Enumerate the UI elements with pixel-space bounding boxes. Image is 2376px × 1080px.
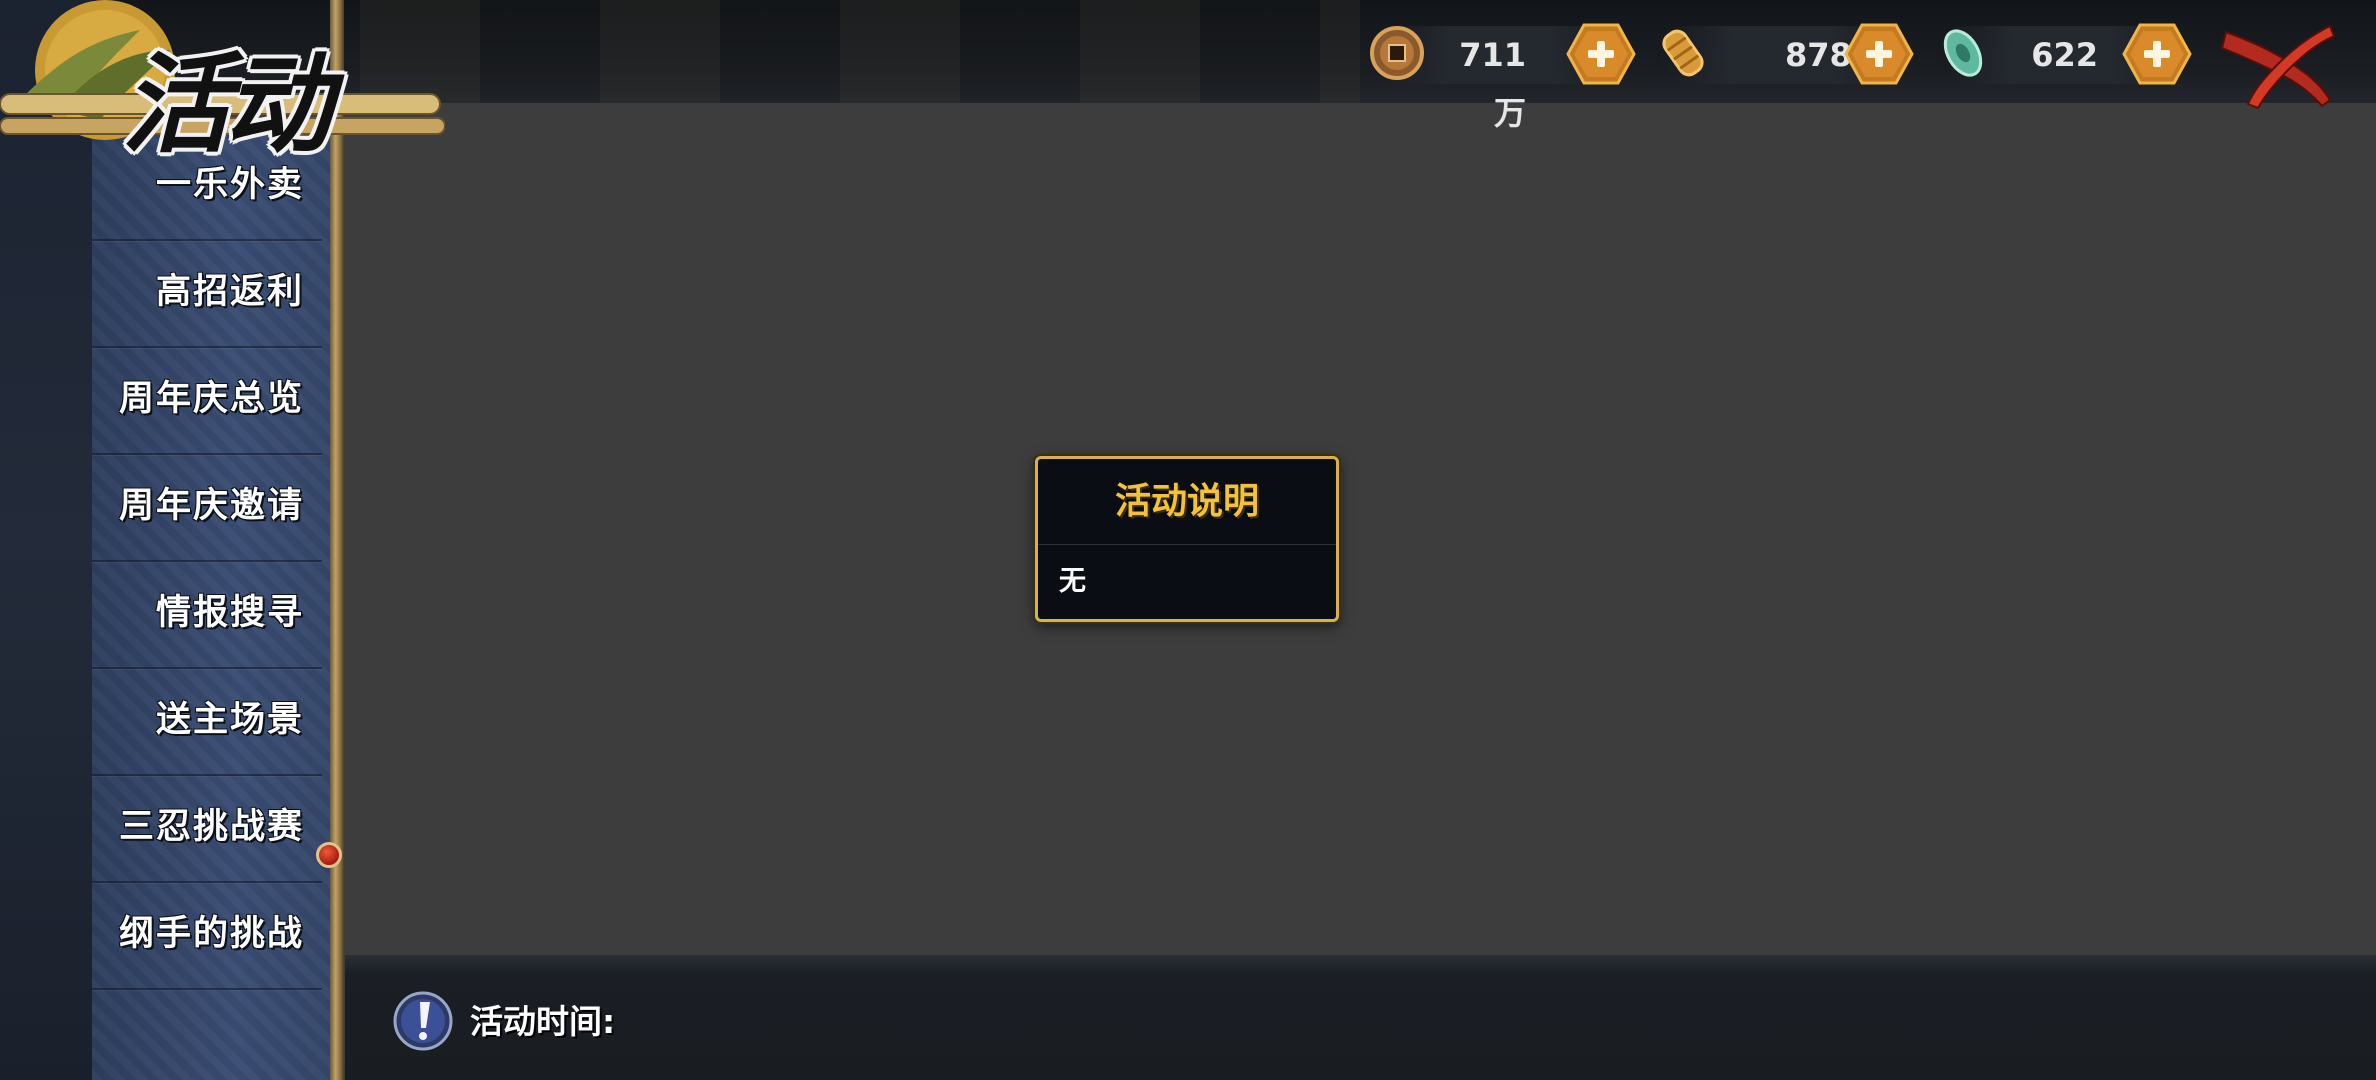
scroll-icon (1662, 29, 1704, 77)
notification-dot (316, 842, 342, 868)
activity-screen: 711万 8782 622 一乐外卖 高招返利 周年庆总览 周年庆邀请 情报搜寻… (0, 0, 2376, 1080)
sidebar-item-sannin-challenge[interactable]: 三忍挑战赛 (92, 774, 322, 883)
activity-footer (345, 955, 2376, 1080)
sidebar-item-label: 纲手的挑战 (118, 914, 304, 954)
activity-time-label: 活动时间: (470, 1002, 616, 1041)
dialog-title: 活动说明 (1114, 481, 1259, 522)
sidebar-item-label: 高招返利 (155, 272, 304, 312)
currency-coins: 711万 (1370, 23, 1636, 132)
sidebar-item-intel-search[interactable]: 情报搜寻 (92, 560, 322, 669)
add-coins-button[interactable] (1566, 22, 1636, 86)
dialog-header: 活动说明 (1038, 459, 1336, 545)
currency-jade: 622 (1936, 23, 2192, 85)
sidebar-item-label: 情报搜寻 (155, 593, 304, 633)
page-title-text: 活动 (122, 42, 332, 168)
activity-content-panel (345, 103, 2376, 955)
currency-scrolls: 8782 (1656, 23, 1914, 85)
sidebar-item-label: 送主场景 (155, 700, 304, 740)
sidebar-item-label: 周年庆邀请 (118, 486, 304, 526)
sidebar-item-rebate[interactable]: 高招返利 (92, 239, 322, 348)
sidebar-item-label: 周年庆总览 (118, 379, 304, 419)
add-jade-button[interactable] (2122, 22, 2192, 86)
add-scrolls-button[interactable] (1844, 22, 1914, 86)
jade-gem-icon (1943, 29, 1983, 77)
sidebar-item-tsunade-challenge[interactable]: 纲手的挑战 (92, 881, 322, 990)
sidebar-item-anniversary-invite[interactable]: 周年庆邀请 (92, 453, 322, 562)
close-x-icon[interactable] (2218, 18, 2338, 110)
info-exclamation-icon (393, 991, 453, 1051)
page-title: 活动 (0, 0, 445, 170)
sidebar-item-home-scene[interactable]: 送主场景 (92, 667, 322, 776)
coins-value: 711万 (1459, 36, 1526, 132)
dialog-body-text: 无 (1059, 566, 1086, 597)
top-bar-backdrop (360, 0, 1360, 103)
sidebar-item-anniversary-overview[interactable]: 周年庆总览 (92, 346, 322, 455)
coin-icon (1370, 26, 1424, 80)
sidebar-item-label: 三忍挑战赛 (118, 807, 304, 847)
jade-value: 622 (2031, 36, 2098, 74)
activity-description-dialog: 活动说明 无 (1035, 456, 1339, 622)
